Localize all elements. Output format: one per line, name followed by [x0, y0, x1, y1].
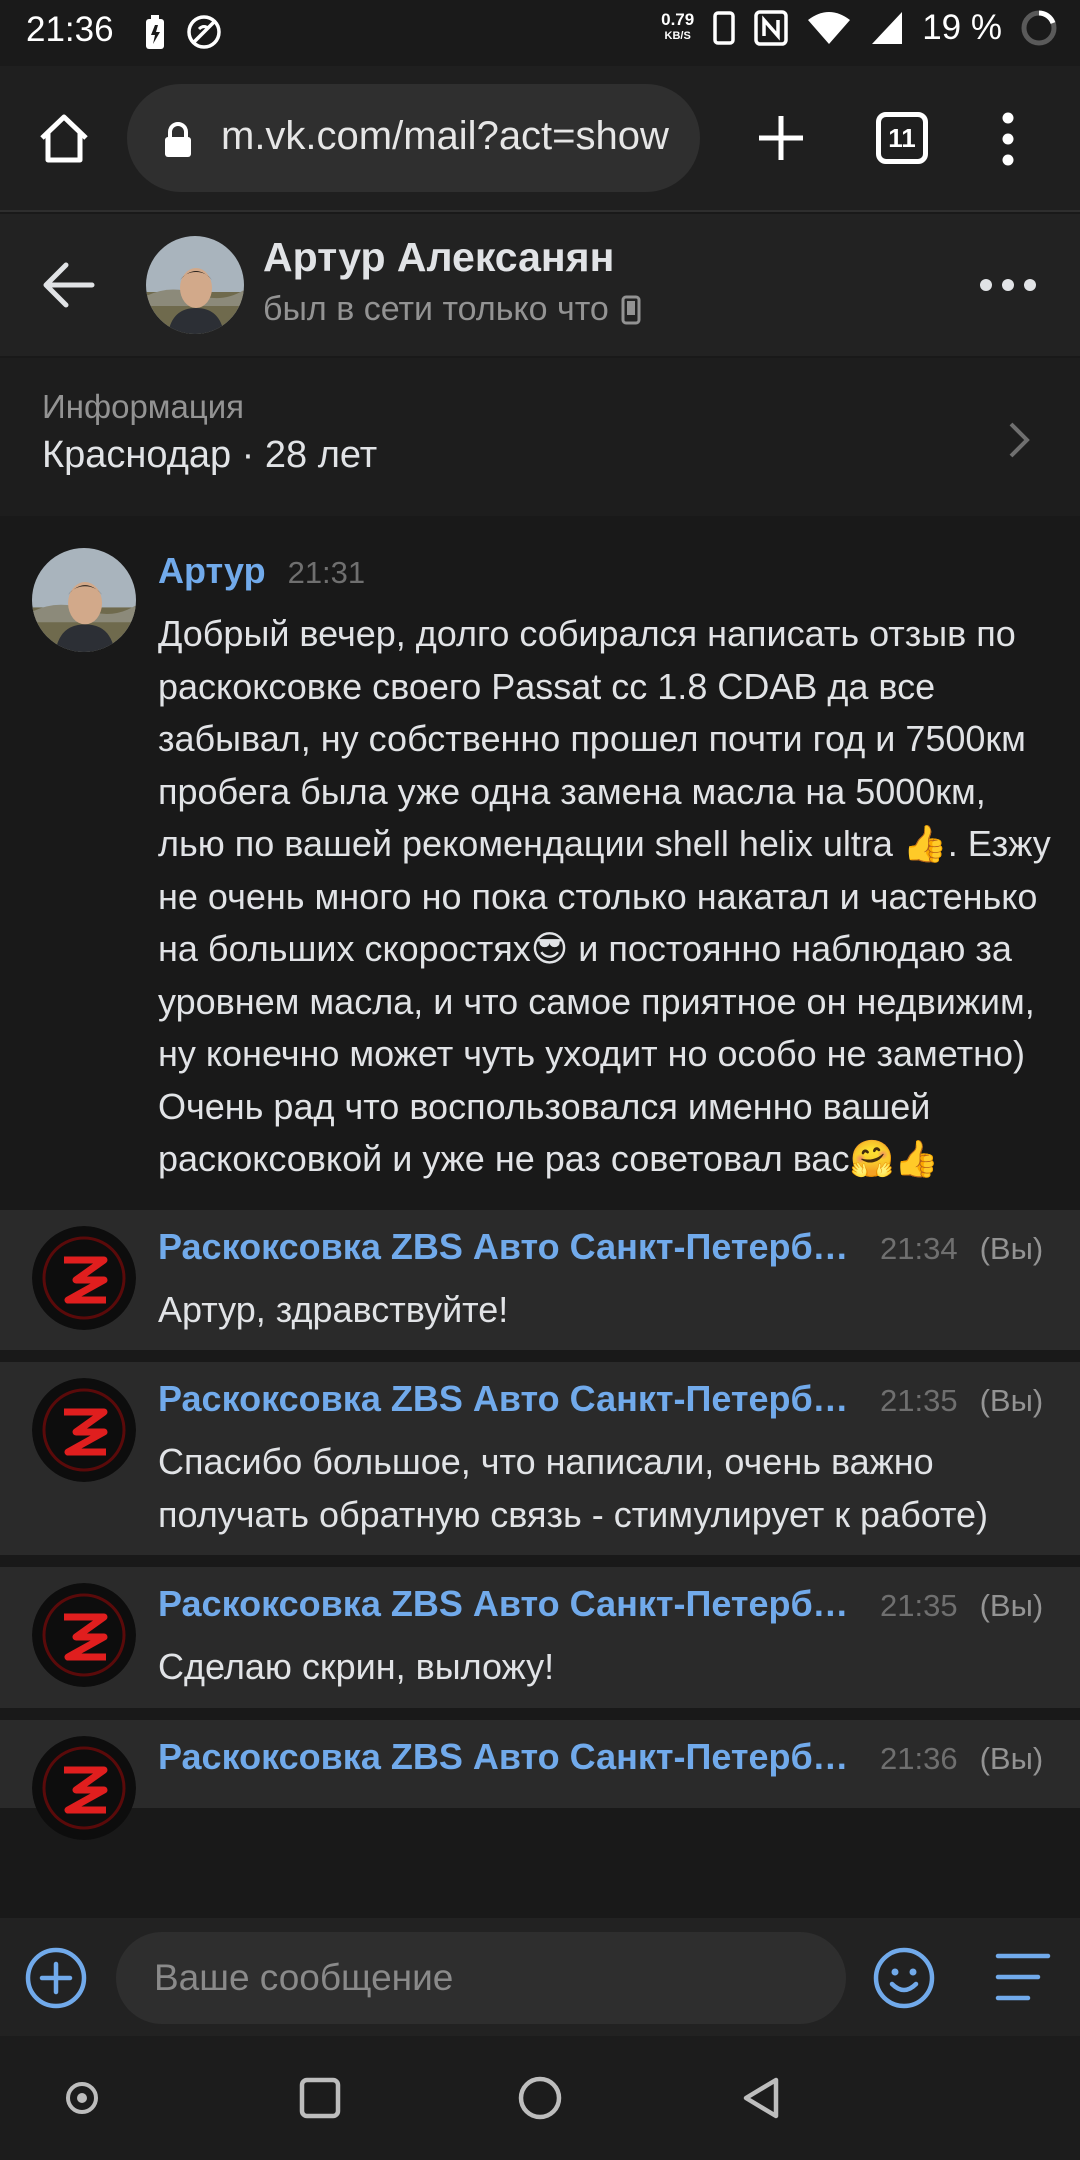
message-author[interactable]: Раскоксовка ZBS Авто Санкт-Петербург	[158, 1736, 858, 1778]
network-speed-unit: KB/S	[664, 30, 691, 42]
message-you-tag: (Вы)	[979, 1740, 1044, 1776]
avatar[interactable]	[146, 236, 244, 334]
message-text: Спасибо большое, что написали, очень важ…	[158, 1441, 989, 1535]
message-author[interactable]: Артур	[158, 550, 266, 592]
brand-avatar[interactable]	[32, 1225, 136, 1330]
message-text: Добрый вечер, долго собирался написать о…	[158, 613, 1051, 1179]
smile-icon[interactable]	[872, 1946, 936, 2010]
zbs-logo-icon	[32, 1378, 136, 1482]
signal-icon	[872, 12, 903, 44]
brand-avatar[interactable]	[32, 1583, 136, 1687]
zbs-logo-icon	[32, 1583, 136, 1687]
message-time: 21:35	[880, 1588, 958, 1623]
system-nav-bar	[0, 2036, 1080, 2160]
message-composer	[0, 1918, 1080, 2036]
mobile-icon	[621, 295, 641, 324]
status-bar: 21:36 0.79 KB/S 19 %	[0, 0, 1080, 66]
contact-info[interactable]: Информация Краснодар · 28 лет	[0, 358, 1080, 516]
back-triangle-icon[interactable]	[738, 2074, 786, 2122]
nfc-icon	[754, 10, 788, 46]
online-status: был в сети только что	[263, 290, 641, 329]
url-text[interactable]: m.vk.com/mail?act=show	[221, 114, 669, 159]
message-you-tag: (Вы)	[979, 1230, 1044, 1266]
info-title: Информация	[42, 388, 245, 425]
vibrate-icon	[713, 11, 735, 45]
battery-percent: 19 %	[922, 8, 1002, 47]
plus-circle-icon[interactable]	[24, 1946, 88, 2010]
network-speed-value: 0.79	[661, 10, 695, 29]
message-time: 21:36	[880, 1740, 958, 1776]
battery-ring-icon	[1021, 10, 1057, 46]
home-circle-icon[interactable]	[516, 2074, 564, 2122]
message-item[interactable]: Раскоксовка ZBS Авто Санкт-Петербург 21:…	[0, 1719, 1080, 1840]
message-item[interactable]: Раскоксовка ZBS Авто Санкт-Петербург 21:…	[0, 1567, 1080, 1720]
square-icon[interactable]	[296, 2074, 344, 2122]
recent-dot-icon[interactable]	[58, 2074, 106, 2122]
lock-icon	[165, 122, 191, 157]
status-left-icons	[144, 14, 222, 50]
wifi-icon	[808, 12, 851, 44]
zbs-logo-icon	[32, 1225, 136, 1330]
avatar-photo	[146, 236, 244, 334]
no-disturb-icon	[187, 15, 221, 49]
address-bar[interactable]: m.vk.com/mail?act=show	[127, 84, 700, 192]
message-item[interactable]: Раскоксовка ZBS Авто Санкт-Петербург 21:…	[0, 1362, 1080, 1567]
plus-icon[interactable]	[756, 110, 806, 166]
brand-avatar[interactable]	[32, 1735, 136, 1840]
browser-toolbar: m.vk.com/mail?act=show 11	[0, 66, 1080, 212]
message-text: Артур, здравствуйте!	[158, 1288, 509, 1330]
chevron-right-icon	[1009, 422, 1030, 458]
message-input[interactable]	[116, 1932, 846, 2024]
message-list[interactable]: Артур 21:31 Добрый вечер, долго собиралс…	[0, 516, 1080, 1918]
message-time: 21:34	[880, 1230, 958, 1266]
info-value: Краснодар · 28 лет	[42, 434, 378, 476]
menu-lines-icon[interactable]	[994, 1950, 1052, 2004]
arrow-left-icon[interactable]	[40, 260, 96, 310]
avatar-photo	[32, 548, 136, 652]
message-item[interactable]: Раскоксовка ZBS Авто Санкт-Петербург 21:…	[0, 1209, 1080, 1362]
message-you-tag: (Вы)	[979, 1588, 1044, 1623]
battery-charging-icon	[146, 15, 164, 49]
status-time: 21:36	[26, 10, 114, 49]
tab-switcher-button[interactable]: 11	[876, 112, 928, 164]
kebab-menu-icon[interactable]	[996, 110, 1020, 168]
message-time: 21:31	[287, 555, 366, 590]
message-author[interactable]: Раскоксовка ZBS Авто Санкт-Петербург	[158, 1226, 858, 1268]
avatar[interactable]	[32, 548, 136, 652]
message-author[interactable]: Раскоксовка ZBS Авто Санкт-Петербург	[158, 1583, 858, 1625]
message-item[interactable]: Артур 21:31 Добрый вечер, долго собиралс…	[0, 516, 1080, 1210]
home-icon[interactable]	[36, 110, 92, 166]
network-speed: 0.79 KB/S	[661, 11, 694, 45]
message-time: 21:35	[880, 1383, 958, 1418]
brand-avatar[interactable]	[32, 1378, 136, 1482]
message-text: Сделаю скрин, выложу!	[158, 1646, 555, 1687]
chat-header: Артур Алексанян был в сети только что	[0, 214, 1080, 356]
zbs-logo-icon	[32, 1735, 136, 1840]
message-you-tag: (Вы)	[979, 1383, 1044, 1418]
more-dots-icon[interactable]	[978, 272, 1038, 298]
online-status-text: был в сети только что	[263, 290, 609, 328]
message-author[interactable]: Раскоксовка ZBS Авто Санкт-Петербург	[158, 1378, 858, 1420]
contact-name[interactable]: Артур Алексанян	[263, 234, 614, 281]
status-right-icons: 0.79 KB/S 19 %	[661, 8, 1058, 48]
